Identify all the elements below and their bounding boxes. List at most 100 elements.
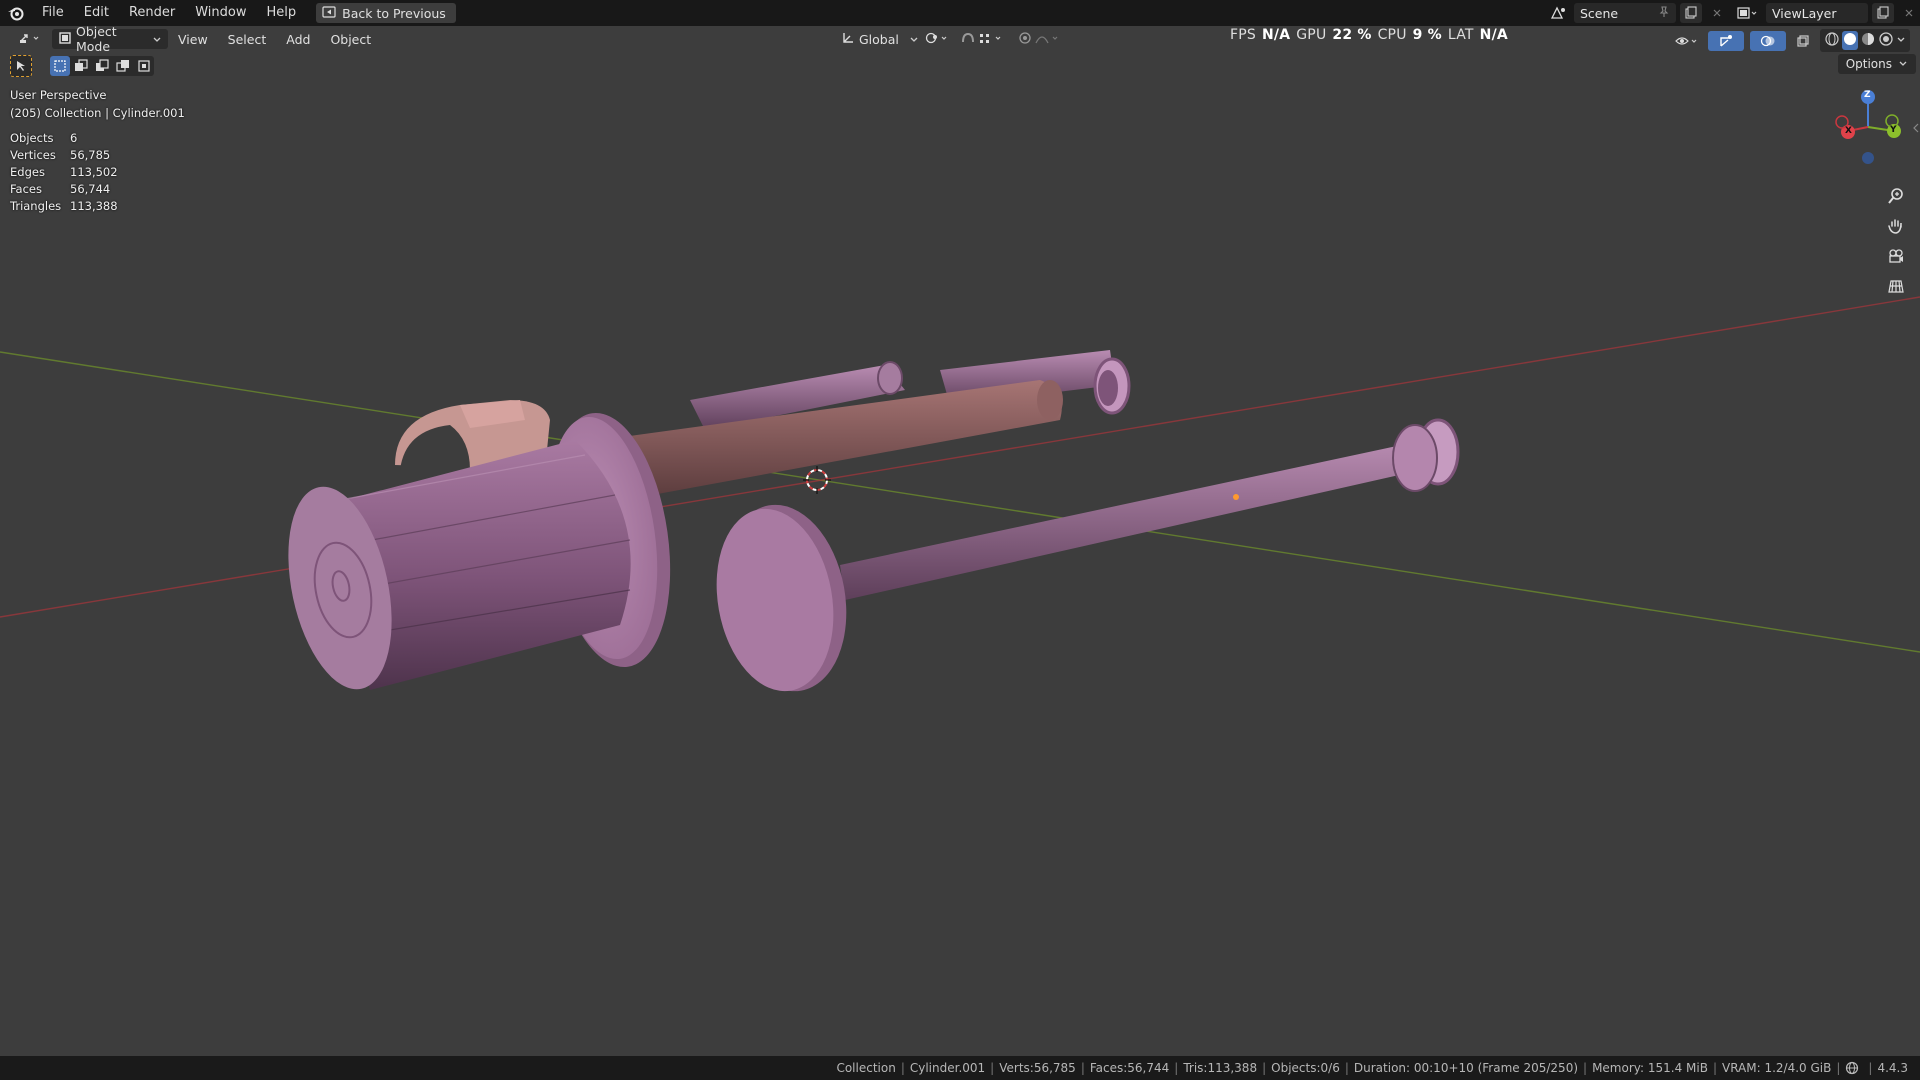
overlay-toggle[interactable] <box>1750 30 1786 51</box>
scene-icon[interactable] <box>1548 3 1570 23</box>
shading-render-icon[interactable] <box>1878 31 1894 50</box>
new-view-layer-icon[interactable] <box>1872 3 1894 23</box>
object-mode-icon <box>58 31 72 48</box>
editor-type-icon <box>18 31 42 48</box>
chevron-down-icon <box>1898 57 1908 71</box>
sidebar-toggle-icon[interactable] <box>1912 121 1920 135</box>
new-scene-icon[interactable] <box>1680 3 1702 23</box>
chevron-down-icon <box>152 32 162 47</box>
select-tool-icon[interactable] <box>10 55 32 77</box>
fps-label: FPS <box>1230 27 1256 43</box>
ortho-grid-icon[interactable] <box>1882 272 1910 300</box>
camera-icon[interactable] <box>1882 242 1910 270</box>
shading-mode-group <box>1820 29 1910 52</box>
status-version: 4.4.3 <box>1877 1061 1908 1075</box>
globe-icon[interactable] <box>1845 1061 1859 1075</box>
transform-orientation-label: Global <box>859 31 899 47</box>
visibility-icon[interactable] <box>1672 31 1702 51</box>
proportional-icon <box>1018 31 1062 48</box>
transform-orientation-icon <box>841 31 855 48</box>
menu-render[interactable]: Render <box>119 0 185 26</box>
menu-object[interactable]: Object <box>320 32 381 47</box>
status-faces: Faces:56,744 <box>1089 1061 1170 1075</box>
snap-icon <box>960 31 1008 48</box>
pin-icon[interactable] <box>1658 5 1670 21</box>
view-layer-field[interactable]: ViewLayer <box>1766 3 1868 23</box>
zoom-icon[interactable] <box>1882 182 1910 210</box>
scene-statistics: Objects 6 Vertices 56,785 Edges 113,502 … <box>10 130 185 215</box>
plunger-rod[interactable] <box>840 418 1460 600</box>
select-extend-icon[interactable] <box>71 56 91 76</box>
select-new-icon[interactable] <box>50 56 70 76</box>
transform-orientation-dropdown[interactable]: Global <box>835 29 925 49</box>
stat-label-vertices: Vertices <box>10 148 56 162</box>
stat-value-objects: 6 <box>70 131 78 145</box>
stat-value-faces: 56,744 <box>70 182 111 196</box>
gizmo-y-label: Y <box>1890 125 1897 135</box>
gizmo-toggle[interactable] <box>1708 30 1744 51</box>
close-view-layer-icon[interactable] <box>1898 3 1920 23</box>
menu-edit[interactable]: Edit <box>74 0 119 26</box>
options-label: Options <box>1845 57 1892 71</box>
menu-file[interactable]: File <box>32 0 74 26</box>
status-duration: Duration: 00:10+10 (Frame 205/250) <box>1353 1061 1579 1075</box>
gizmo-x-label: X <box>1845 126 1852 136</box>
status-memory: Memory: 151.4 MiB <box>1592 1061 1708 1075</box>
syringe-body[interactable] <box>272 440 631 699</box>
blender-logo-icon[interactable] <box>0 0 32 26</box>
menu-window[interactable]: Window <box>185 0 256 26</box>
view-layer-name: ViewLayer <box>1772 5 1837 21</box>
editor-type-button[interactable] <box>12 29 48 49</box>
stat-label-objects: Objects <box>10 131 54 145</box>
cpu-label: CPU <box>1377 27 1407 43</box>
viewport-header: Object Mode View Select Add Object Globa… <box>0 24 1920 54</box>
stat-value-vertices: 56,785 <box>70 148 111 162</box>
top-menu-bar: File Edit Render Window Help Back to Pre… <box>0 0 1920 26</box>
plunger-disk[interactable] <box>703 495 861 701</box>
view-layer-icon[interactable] <box>1732 3 1762 23</box>
stat-label-triangles: Triangles <box>10 199 62 213</box>
status-verts: Verts:56,785 <box>999 1061 1076 1075</box>
back-icon <box>322 5 336 21</box>
select-intersect-icon[interactable] <box>134 56 154 76</box>
shading-wire-icon[interactable] <box>1824 31 1840 50</box>
menu-add[interactable]: Add <box>276 32 320 47</box>
proportional-editing-toggle[interactable] <box>1012 29 1068 49</box>
pivot-icon <box>924 31 950 48</box>
scene-canvas[interactable] <box>0 26 1920 1056</box>
status-vram: VRAM: 1.2/4.0 GiB <box>1721 1061 1832 1075</box>
shading-solid-icon[interactable] <box>1842 31 1858 50</box>
gpu-value: 22 % <box>1332 27 1372 43</box>
pan-icon[interactable] <box>1882 212 1910 240</box>
stat-label-faces: Faces <box>10 182 42 196</box>
status-tris: Tris:113,388 <box>1183 1061 1258 1075</box>
stat-value-edges: 113,502 <box>70 165 118 179</box>
object-mode-dropdown[interactable]: Object Mode <box>52 24 168 54</box>
options-dropdown[interactable]: Options <box>1837 54 1916 74</box>
select-invert-icon[interactable] <box>113 56 133 76</box>
back-to-previous-button[interactable]: Back to Previous <box>316 3 456 23</box>
select-subtract-icon[interactable] <box>92 56 112 76</box>
lat-label: LAT <box>1447 27 1474 43</box>
object-origin-dot <box>1233 494 1239 500</box>
top-right-controls: Scene ViewLayer <box>1548 0 1920 26</box>
close-icon[interactable] <box>1706 3 1728 23</box>
xray-icon[interactable] <box>1792 31 1814 51</box>
shading-material-icon[interactable] <box>1860 31 1876 50</box>
pivot-point-button[interactable] <box>918 29 956 49</box>
selection-mode-group <box>50 56 154 76</box>
menu-select[interactable]: Select <box>218 32 277 47</box>
active-context: (205) Collection | Cylinder.001 <box>10 106 185 120</box>
scene-name: Scene <box>1580 5 1619 21</box>
3d-viewport[interactable]: Z Y X Object Mode View Select Add Object… <box>0 24 1920 1056</box>
chevron-down-icon[interactable] <box>1896 31 1906 50</box>
viewport-right-controls <box>1672 29 1910 52</box>
scene-field[interactable]: Scene <box>1574 3 1676 23</box>
snap-toggle[interactable] <box>954 29 1014 49</box>
stat-label-edges: Edges <box>10 165 45 179</box>
menu-view[interactable]: View <box>168 32 218 47</box>
object-mode-label: Object Mode <box>76 24 117 54</box>
gpu-label: GPU <box>1296 27 1327 43</box>
menu-help[interactable]: Help <box>257 0 307 26</box>
view-name: User Perspective <box>10 88 107 102</box>
